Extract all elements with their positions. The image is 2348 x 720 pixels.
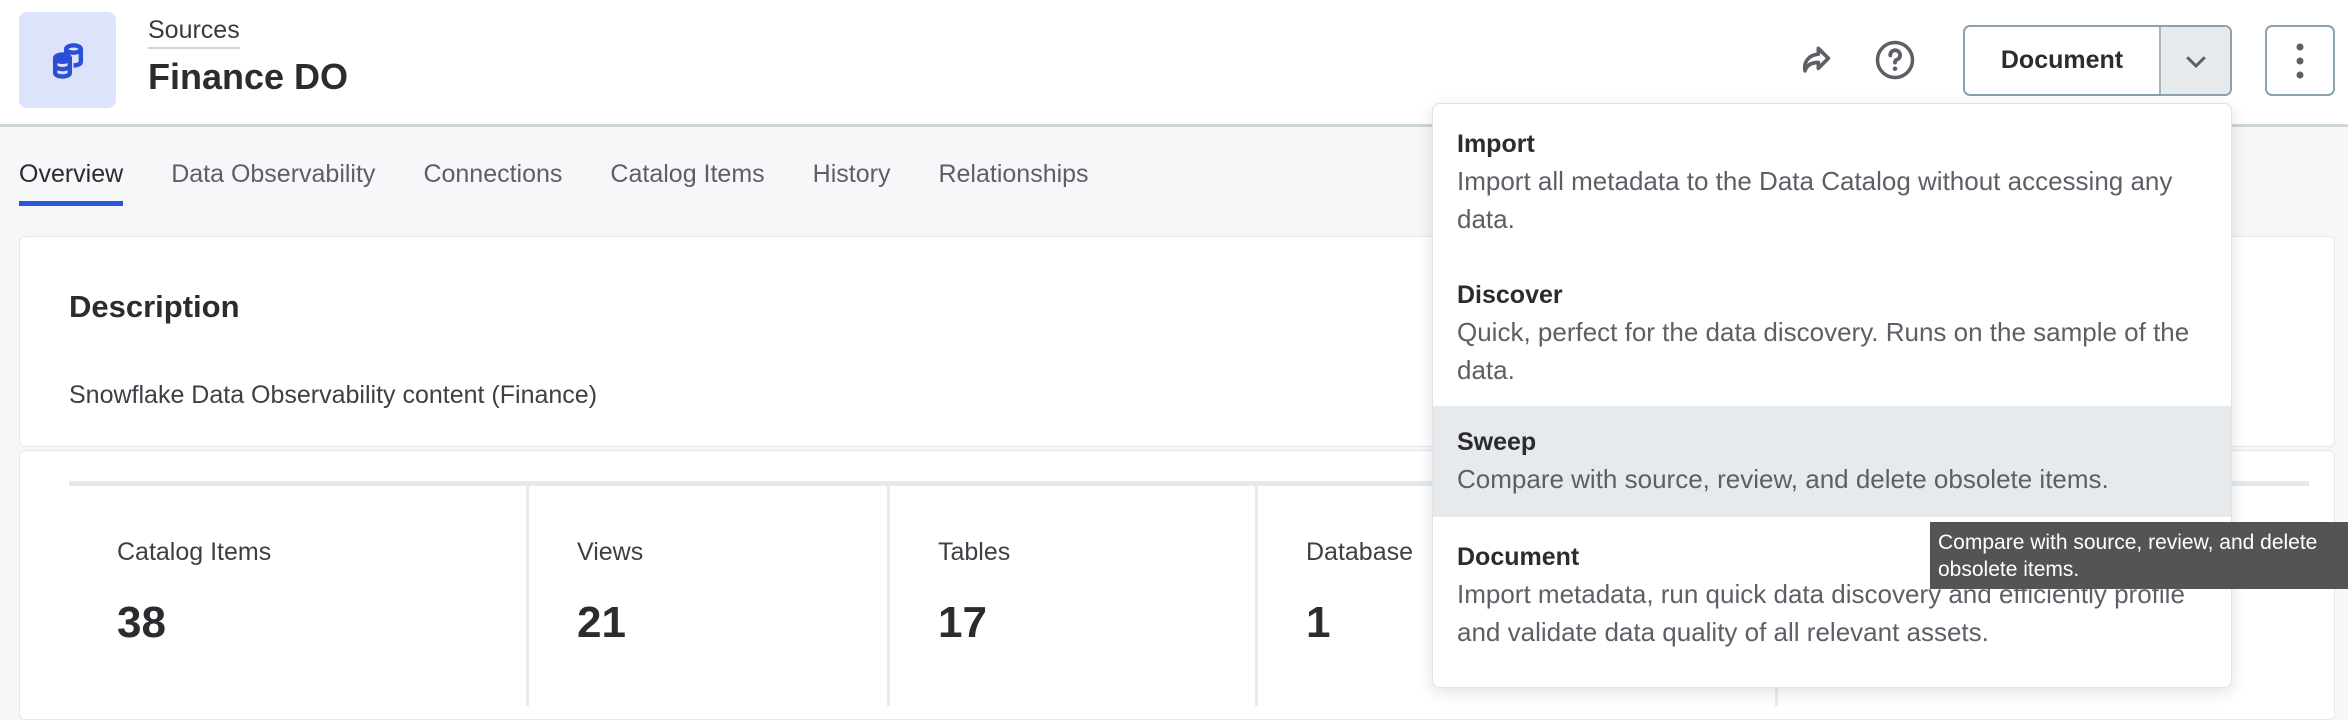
document-button[interactable]: Document <box>1965 27 2159 94</box>
menu-item-title: Discover <box>1457 281 1563 309</box>
share-button[interactable] <box>1793 38 1837 82</box>
tab-bar: Overview Data Observability Connections … <box>19 160 1089 206</box>
tab-connections[interactable]: Connections <box>423 160 562 206</box>
menu-item-description: Compare with source, review, and delete … <box>1457 464 2109 494</box>
stat-label: Database <box>1306 538 1414 566</box>
stat-label: Tables <box>938 538 1011 566</box>
stat-value: 1 <box>1306 598 1331 647</box>
tab-catalog-items[interactable]: Catalog Items <box>610 160 764 206</box>
description-text: Snowflake Data Observability content (Fi… <box>69 381 598 409</box>
chevron-down-icon <box>2185 55 2206 68</box>
stat-value: 21 <box>577 598 626 647</box>
tab-overview[interactable]: Overview <box>19 160 124 206</box>
stat-label: Catalog Items <box>117 538 272 566</box>
more-actions-button[interactable] <box>2265 25 2335 96</box>
stat-value: 38 <box>117 598 166 647</box>
tab-data-observability[interactable]: Data Observability <box>171 160 375 206</box>
database-icon <box>52 43 83 79</box>
help-button[interactable] <box>1873 38 1917 82</box>
menu-item-description: Quick, perfect for the data discovery. R… <box>1457 317 2190 385</box>
tooltip: Compare with source, review, and delete … <box>1930 522 2348 589</box>
stat-views: Views 21 <box>529 486 890 706</box>
stat-value: 17 <box>938 598 987 647</box>
stat-tables: Tables 17 <box>890 486 1258 706</box>
stat-catalog-items: Catalog Items 38 <box>20 486 529 706</box>
help-icon <box>1875 40 1915 80</box>
page-title: Finance DO <box>148 56 349 97</box>
share-icon <box>1802 46 1831 73</box>
kebab-icon <box>2296 43 2304 78</box>
tab-relationships[interactable]: Relationships <box>938 160 1088 206</box>
menu-item-import[interactable]: Import Import all metadata to the Data C… <box>1433 104 2231 255</box>
document-split-button: Document <box>1963 25 2232 96</box>
menu-item-description: Import all metadata to the Data Catalog … <box>1457 166 2173 234</box>
tab-history[interactable]: History <box>813 160 891 206</box>
menu-item-title: Import <box>1457 130 1535 158</box>
stat-label: Views <box>577 538 644 566</box>
menu-item-title: Sweep <box>1457 428 1537 456</box>
menu-item-discover[interactable]: Discover Quick, perfect for the data dis… <box>1433 255 2231 406</box>
breadcrumb-sources[interactable]: Sources <box>148 16 240 49</box>
description-heading: Description <box>69 289 240 324</box>
menu-item-sweep[interactable]: Sweep Compare with source, review, and d… <box>1433 406 2231 517</box>
action-dropdown-toggle[interactable] <box>2159 27 2230 94</box>
action-dropdown-menu: Import Import all metadata to the Data C… <box>1432 103 2232 688</box>
source-logo <box>19 12 116 108</box>
